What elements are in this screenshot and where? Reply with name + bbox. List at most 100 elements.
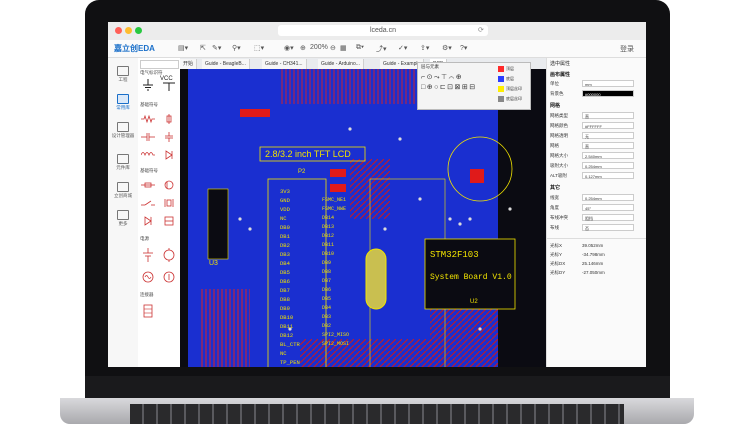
prop-row: 网格透明无 [550,132,644,140]
net-label: DB3 [280,251,290,258]
library-icon [117,94,129,104]
pin-icon[interactable]: ⚲▾ [232,44,241,52]
resistor-symbol[interactable] [141,114,155,124]
prop-input[interactable]: 0.254mm [582,194,634,201]
prop-input[interactable]: #FFFFFF [582,122,634,129]
net-label: SPI2_MISO [322,332,350,338]
net-label: NC [280,350,287,357]
route-icon[interactable]: ⤴▾ [376,44,387,54]
prop-select[interactable]: 直 [582,112,634,119]
grid-icon[interactable]: ▦ [340,44,347,52]
net-label: SPI2_MOSI [322,341,350,347]
prop-select[interactable]: 阻挡 [582,214,634,221]
eye-icon[interactable]: ◉▾ [284,44,294,52]
layer-row-bottom-silk[interactable]: 底层丝印 [498,95,528,103]
capacitor-vertical-symbol[interactable] [162,132,176,142]
export-icon[interactable]: ⇪▾ [420,44,429,52]
login-link[interactable]: 登录 [620,44,634,54]
prop-row: 网格颜色 #FFFFFF [550,122,644,130]
settings-icon[interactable]: ⚙▾ [442,44,452,52]
tab-start[interactable]: 开始 [180,59,198,69]
prop-input[interactable]: 2.540mm [582,152,634,159]
pcb-canvas[interactable]: 2.8/3.2 inch TFT LCD U3 P2 STM32F103 Sys… [180,69,546,367]
layer-row-top-silk[interactable]: 顶层丝印 [498,85,528,93]
nav-item-design-manager[interactable]: 设计管理器 [111,122,135,139]
layer-row-top[interactable]: 顶层 [498,65,528,73]
led-symbol[interactable] [141,216,155,226]
maximize-window-button[interactable] [135,27,142,34]
net-label: FSMC_NE1 [322,197,347,203]
net-label: DB14 [322,215,335,221]
layers-icon[interactable]: ⧉▾ [356,44,364,52]
tab-guide-ch341[interactable]: Guide - CH341... [262,59,307,69]
drawing-tools[interactable]: ⌐⊙⤳⊤⌒⊕ □⊕○⊏⊡⊠⊞⊟ [421,73,493,93]
props-header: 选中属性 [550,61,571,67]
net-label: DB13 [322,224,335,230]
ac-source-symbol[interactable] [141,270,155,284]
relay-symbol[interactable] [162,216,176,226]
tab-guide-arduino[interactable]: Guide - Arduino... [318,59,364,69]
net-label: DB12 [322,233,335,239]
file-menu-icon[interactable]: ▤▾ [178,44,188,52]
net-label: BL_CTR [280,341,300,348]
zoom-out-icon[interactable]: ⊖ [330,44,336,52]
net-label: DB12 [280,332,294,339]
prop-select[interactable]: 45° [582,204,634,211]
net-label: DB11 [322,242,335,248]
diode-symbol[interactable] [162,150,176,160]
prop-input[interactable]: 0.254mm [582,162,634,169]
crystal-symbol[interactable] [162,198,176,208]
nav-item-shop[interactable]: 立创商城 [111,182,135,199]
net-label: DB0 [280,224,290,231]
close-window-button[interactable] [115,27,122,34]
coord-row: 光标Y -34.798mm [550,252,605,257]
zoom-icon[interactable]: ⊕ [300,44,306,52]
prop-row: 网格直 [550,142,644,150]
net-label: NC [280,215,287,222]
coord-row: 光标X 39.052mm [550,243,604,248]
symbol-search-input[interactable] [140,60,179,69]
header-symbol[interactable] [141,304,155,318]
section-canvas: 画布属性 [550,72,571,78]
ground-symbol[interactable] [141,78,155,92]
minimize-window-button[interactable] [125,27,132,34]
tab-guide-beagle[interactable]: Guide - BeagleB... [202,59,250,69]
layer-row-bottom[interactable]: 底层 [498,75,528,83]
browser-titlebar: lceda.cn ⟳ [108,22,646,41]
app-toolbar: 嘉立创EDA ▤▾ ⇱ ✎▾ ⚲▾ ⬚▾ ◉▾ ⊕ 200% ⊖ ▦ ⧉▾ ⤴▾… [108,40,646,58]
fuse-symbol[interactable] [141,180,155,190]
nav-item-project[interactable]: 工程 [111,66,135,83]
prop-input[interactable]: 0.127mm [582,172,634,179]
laptop-keyboard [130,404,624,424]
transistor-symbol[interactable] [162,180,176,190]
prop-select[interactable]: 无 [582,132,634,139]
drc-icon[interactable]: ✓▾ [398,44,407,52]
nav-item-common-library[interactable]: 常用库 [111,94,135,111]
vcc-symbol[interactable]: VCC [160,76,178,92]
net-label: DB6 [280,278,290,285]
zoom-level[interactable]: 200% [310,44,328,51]
folder-icon [117,66,129,76]
layer-color-swatch [498,85,504,92]
prop-select[interactable]: 否 [582,224,634,231]
resistor-vertical-symbol[interactable] [162,114,176,124]
prop-select[interactable]: mm [582,80,634,87]
reload-icon[interactable]: ⟳ [478,26,484,34]
address-bar[interactable]: lceda.cn [278,25,488,36]
switch-symbol[interactable] [141,198,155,208]
coord-row: 光标DY -27.050mm [550,270,605,275]
pencil-icon[interactable]: ✎▾ [212,44,221,52]
nav-item-component-library[interactable]: 元件库 [111,154,135,171]
prop-select[interactable]: 直 [582,142,634,149]
inductor-symbol[interactable] [141,150,155,160]
net-label: DB7 [280,287,290,294]
battery-symbol[interactable] [141,248,155,262]
help-icon[interactable]: ?▾ [460,44,467,52]
current-source-symbol[interactable] [162,270,176,284]
nav-item-more[interactable]: 更多 [111,210,135,227]
prop-color-field[interactable]: #000000 [582,90,634,97]
cursor-icon[interactable]: ⇱ [200,44,206,52]
capacitor-symbol[interactable] [141,132,155,142]
dc-source-symbol[interactable] [162,248,176,262]
dimension-icon[interactable]: ⬚▾ [254,44,264,52]
